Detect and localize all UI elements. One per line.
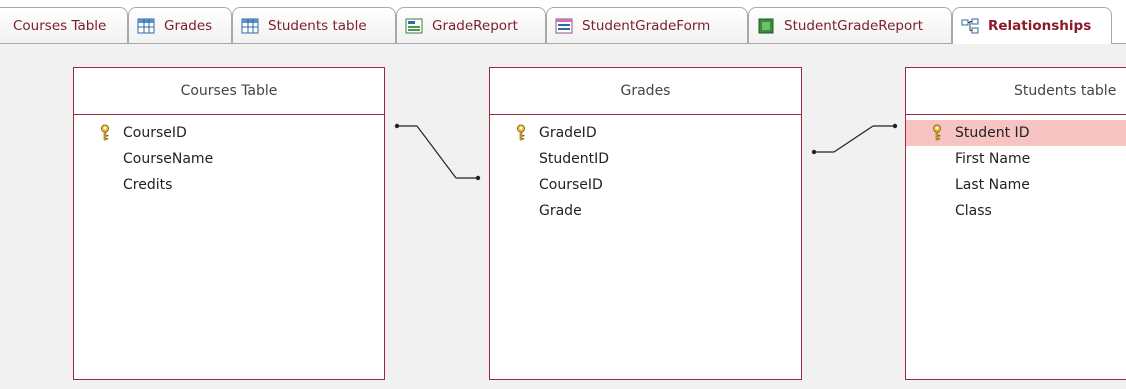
tab-studentgradereport[interactable]: StudentGradeReport bbox=[748, 7, 952, 44]
field-last-name[interactable]: Last Name bbox=[906, 172, 1126, 198]
field-label: GradeID bbox=[539, 125, 597, 141]
join-endpoint-dot bbox=[394, 123, 400, 129]
field-label: First Name bbox=[955, 151, 1031, 167]
macro-icon bbox=[758, 18, 774, 34]
tab-grades[interactable]: Grades bbox=[128, 7, 232, 44]
field-label: Credits bbox=[123, 177, 173, 193]
field-student-id[interactable]: Student ID bbox=[906, 120, 1126, 146]
field-label: Grade bbox=[539, 203, 582, 219]
document-tabs: Courses Table Grades Students table Grad… bbox=[0, 4, 1126, 44]
field-grade[interactable]: Grade bbox=[490, 198, 801, 224]
table-grades[interactable]: Grades GradeID StudentID CourseID Grade bbox=[489, 67, 802, 380]
tab-courses-table[interactable]: Courses Table bbox=[0, 7, 128, 44]
field-list: CourseID CourseName Credits bbox=[74, 115, 384, 198]
report-icon bbox=[405, 18, 423, 34]
field-label: Last Name bbox=[955, 177, 1030, 193]
table-students[interactable]: Students table Student ID First Name Las… bbox=[905, 67, 1126, 380]
relationships-icon bbox=[961, 18, 979, 34]
tab-label: Students table bbox=[268, 18, 367, 34]
table-icon bbox=[241, 18, 259, 34]
field-coursename[interactable]: CourseName bbox=[74, 146, 384, 172]
table-courses[interactable]: Courses Table CourseID CourseName Credit… bbox=[73, 67, 385, 380]
join-endpoint-dot bbox=[475, 175, 481, 181]
tab-label: StudentGradeForm bbox=[582, 18, 711, 34]
table-title[interactable]: Grades bbox=[490, 68, 801, 115]
tab-label: StudentGradeReport bbox=[784, 18, 924, 34]
tab-label: Courses Table bbox=[13, 18, 107, 34]
tab-gradereport[interactable]: GradeReport bbox=[396, 7, 546, 44]
relationship-grades-students[interactable] bbox=[812, 125, 897, 153]
table-title[interactable]: Students table bbox=[906, 68, 1126, 115]
field-label: Student ID bbox=[955, 125, 1030, 141]
field-label: CourseName bbox=[123, 151, 214, 167]
field-class[interactable]: Class bbox=[906, 198, 1126, 224]
field-label: CourseID bbox=[539, 177, 603, 193]
field-studentid[interactable]: StudentID bbox=[490, 146, 801, 172]
table-title[interactable]: Courses Table bbox=[74, 68, 384, 115]
primary-key-icon bbox=[517, 124, 525, 141]
field-label: StudentID bbox=[539, 151, 610, 167]
tab-studentgradeform[interactable]: StudentGradeForm bbox=[546, 7, 748, 44]
field-label: Class bbox=[955, 203, 992, 219]
field-credits[interactable]: Credits bbox=[74, 172, 384, 198]
relationship-courses-grades[interactable] bbox=[395, 125, 480, 179]
field-first-name[interactable]: First Name bbox=[906, 146, 1126, 172]
tab-students-table[interactable]: Students table bbox=[232, 7, 396, 44]
field-courseid[interactable]: CourseID bbox=[490, 172, 801, 198]
primary-key-icon bbox=[933, 124, 941, 141]
field-list: GradeID StudentID CourseID Grade bbox=[490, 115, 801, 224]
field-label: CourseID bbox=[123, 125, 187, 141]
field-courseid[interactable]: CourseID bbox=[74, 120, 384, 146]
tab-label: Grades bbox=[164, 18, 213, 34]
join-endpoint-dot bbox=[811, 149, 817, 155]
tab-relationships[interactable]: Relationships bbox=[952, 7, 1112, 44]
tab-label: GradeReport bbox=[432, 18, 518, 34]
field-gradeid[interactable]: GradeID bbox=[490, 120, 801, 146]
join-endpoint-dot bbox=[892, 123, 898, 129]
form-icon bbox=[555, 18, 573, 34]
field-list: Student ID First Name Last Name Class bbox=[906, 115, 1126, 224]
primary-key-icon bbox=[101, 124, 109, 141]
table-icon bbox=[137, 18, 155, 34]
relationships-canvas[interactable]: Courses Table CourseID CourseName Credit… bbox=[0, 44, 1126, 389]
tab-label: Relationships bbox=[988, 18, 1092, 34]
